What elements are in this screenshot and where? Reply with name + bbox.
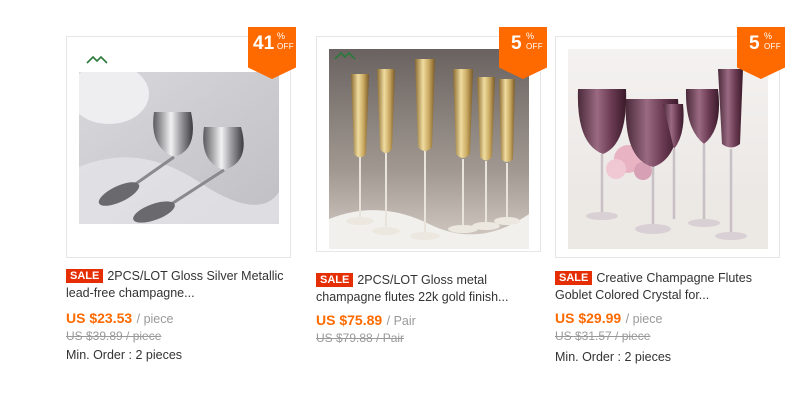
discount-number: 41 [253,33,275,54]
product-card[interactable]: 5 % OFF SALE 2PCS/LOT Gloss metal champag… [316,27,547,362]
price: US $75.89 [316,312,383,328]
discount-off: OFF [526,42,543,51]
discount-number: 5 [511,33,522,54]
discount-percent: % [277,31,286,41]
discount-percent: % [764,31,773,41]
discount-off: OFF [277,42,294,51]
product-title-link[interactable]: SALE 2PCS/LOT Gloss Silver Metallic lead-… [66,268,291,302]
discount-percent: % [526,31,535,41]
sale-tag: SALE [555,271,593,285]
original-price: US $31.57 / piece [555,329,651,343]
brand-logo-icon [86,55,108,64]
price-row: US $75.89 / Pair [316,312,416,330]
sale-tag: SALE [66,269,104,283]
min-order: Min. Order : 2 pieces [555,350,672,364]
discount-number: 5 [749,33,760,54]
discount-off: OFF [764,42,781,51]
price-row: US $23.53 / piece [66,310,173,328]
price: US $29.99 [555,310,622,326]
original-price: US $79.88 / Pair [316,331,405,345]
sale-tag: SALE [316,273,354,287]
min-order: Min. Order : 2 pieces [66,348,183,362]
price-unit: / piece [136,312,174,326]
product-image[interactable] [329,49,529,249]
product-card[interactable]: 5 % OFF SALE Creative Champagne Flutes Go… [555,27,785,364]
product-image[interactable] [79,72,279,224]
product-card[interactable]: 41 % OFF SALE 2PCS/LOT Gloss Silver Metal… [66,27,296,362]
original-price: US $39.89 / piece [66,329,162,343]
product-title-link[interactable]: SALE 2PCS/LOT Gloss metal champagne flute… [316,272,531,306]
price-unit: / Pair [386,314,416,328]
price-row: US $29.99 / piece [555,310,662,328]
price: US $23.53 [66,310,133,326]
price-unit: / piece [625,312,663,326]
product-title-link[interactable]: SALE Creative Champagne Flutes Goblet Col… [555,270,780,304]
product-image[interactable] [568,49,768,249]
brand-logo-icon [334,51,356,60]
